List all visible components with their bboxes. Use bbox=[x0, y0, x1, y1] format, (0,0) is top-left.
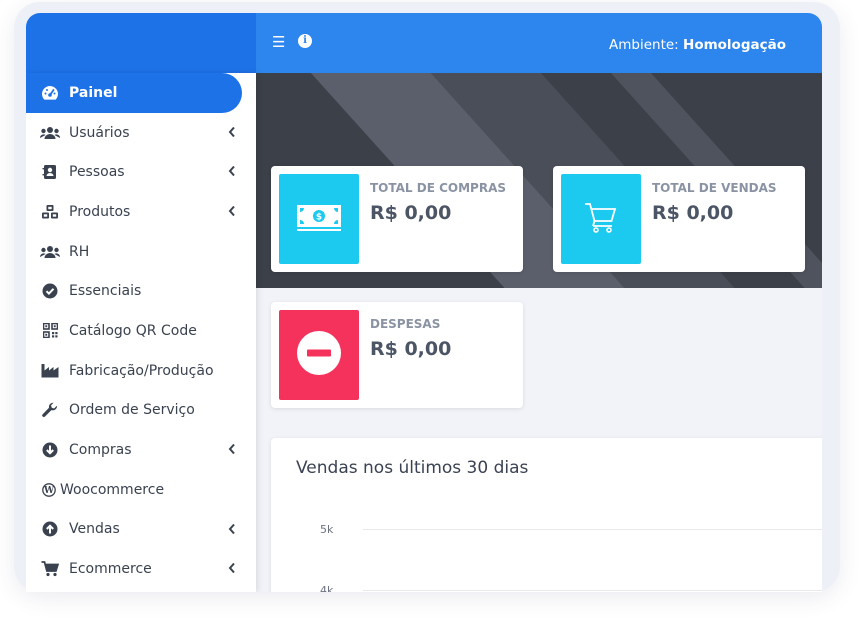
chart-gridline bbox=[363, 590, 822, 591]
stat-card-total-vendas: TOTAL DE VENDAS R$ 0,00 bbox=[553, 166, 805, 272]
sidebar-item-catalogo-qr-code[interactable]: Catálogo QR Code bbox=[26, 311, 256, 351]
environment-value: Homologação bbox=[683, 37, 786, 53]
users-icon bbox=[40, 245, 60, 259]
stat-tile: $ bbox=[279, 174, 359, 264]
y-tick-label: 4k bbox=[320, 584, 334, 592]
chevron-left-icon bbox=[228, 126, 236, 142]
stat-tile bbox=[279, 310, 359, 400]
sidebar-nav: Painel Usuários Pessoas Produtos RH Esse… bbox=[26, 73, 256, 592]
environment-label: Ambiente: bbox=[609, 37, 679, 53]
sidebar-item-pessoas[interactable]: Pessoas bbox=[26, 152, 256, 192]
chart-title: Vendas nos últimos 30 dias bbox=[296, 458, 529, 478]
arrow-down-circle-icon bbox=[40, 442, 60, 458]
sidebar-item-label: Compras bbox=[69, 442, 132, 459]
sidebar-item-fabricacao-producao[interactable]: Fabricação/Produção bbox=[26, 351, 256, 391]
sales-chart-card: Vendas nos últimos 30 dias 5k 4k bbox=[271, 438, 822, 592]
sidebar-item-label: Painel bbox=[69, 84, 118, 101]
y-tick-label: 5k bbox=[320, 523, 334, 536]
wordpress-icon: W bbox=[40, 482, 57, 497]
shopping-cart-icon bbox=[583, 201, 619, 237]
svg-text:$: $ bbox=[316, 213, 322, 223]
users-icon bbox=[40, 126, 60, 140]
sidebar-item-label: Vendas bbox=[69, 521, 120, 538]
sidebar-item-label: Produtos bbox=[69, 203, 131, 220]
sidebar-item-label: Woocommerce bbox=[60, 481, 165, 498]
industry-icon bbox=[40, 363, 60, 378]
sidebar-item-label: Ordem de Serviço bbox=[69, 402, 195, 419]
arrow-up-circle-icon bbox=[40, 521, 60, 537]
chevron-left-icon bbox=[228, 443, 236, 459]
sidebar-item-label: Usuários bbox=[69, 124, 130, 141]
sidebar-item-rh[interactable]: RH bbox=[26, 232, 256, 272]
sidebar-item-usuarios[interactable]: Usuários bbox=[26, 113, 256, 153]
main-content: $ TOTAL DE COMPRAS R$ 0,00 TOTAL DE VEND… bbox=[256, 73, 822, 592]
sidebar-item-label: Fabricação/Produção bbox=[69, 362, 214, 379]
environment-indicator: Ambiente: Homologação bbox=[609, 37, 786, 53]
sidebar-item-essenciais[interactable]: Essenciais bbox=[26, 271, 256, 311]
info-circle-icon[interactable]: i bbox=[298, 34, 312, 48]
wrench-icon bbox=[40, 402, 60, 418]
stat-value: R$ 0,00 bbox=[652, 202, 734, 224]
contact-book-icon bbox=[40, 164, 60, 180]
stat-value: R$ 0,00 bbox=[370, 338, 452, 360]
top-navbar: ☰ i Ambiente: Homologação bbox=[256, 13, 822, 73]
sidebar-item-produtos[interactable]: Produtos bbox=[26, 192, 256, 232]
stat-tile bbox=[561, 174, 641, 264]
sidebar-item-vendas[interactable]: Vendas bbox=[26, 510, 256, 550]
stat-value: R$ 0,00 bbox=[370, 202, 452, 224]
sidebar-item-woocommerce[interactable]: W Woocommerce bbox=[26, 470, 256, 510]
stat-card-total-compras: $ TOTAL DE COMPRAS R$ 0,00 bbox=[271, 166, 523, 272]
dashboard-gauge-icon bbox=[40, 85, 60, 101]
sidebar-item-compras[interactable]: Compras bbox=[26, 430, 256, 470]
stat-label: TOTAL DE COMPRAS bbox=[370, 181, 507, 195]
svg-text:W: W bbox=[42, 486, 54, 496]
sidebar-item-label: Essenciais bbox=[69, 283, 142, 300]
stat-card-despesas: DESPESAS R$ 0,00 bbox=[271, 302, 523, 408]
sidebar-item-ecommerce[interactable]: Ecommerce bbox=[26, 549, 256, 589]
app-window: ☰ i Ambiente: Homologação Painel Usuário… bbox=[26, 13, 822, 592]
hamburger-icon[interactable]: ☰ bbox=[272, 33, 285, 51]
qrcode-icon bbox=[40, 323, 60, 339]
sidebar-item-label: Catálogo QR Code bbox=[69, 322, 197, 339]
sidebar-item-label: Ecommerce bbox=[69, 561, 152, 578]
stat-label: DESPESAS bbox=[370, 317, 441, 331]
chevron-left-icon bbox=[228, 165, 236, 181]
check-circle-icon bbox=[40, 283, 60, 299]
sidebar-item-label: Pessoas bbox=[69, 164, 125, 181]
money-bill-icon: $ bbox=[296, 202, 342, 236]
sidebar-item-painel[interactable]: Painel bbox=[26, 73, 242, 113]
chart-gridline bbox=[363, 529, 822, 530]
minus-circle-icon bbox=[296, 330, 342, 380]
chevron-left-icon bbox=[228, 562, 236, 578]
chevron-left-icon bbox=[228, 205, 236, 221]
shopping-cart-icon bbox=[40, 561, 60, 577]
sidebar-item-ordem-de-servico[interactable]: Ordem de Serviço bbox=[26, 391, 256, 431]
sidebar-item-label: RH bbox=[69, 243, 90, 260]
stat-label: TOTAL DE VENDAS bbox=[652, 181, 777, 195]
sidebar-brand bbox=[26, 13, 256, 73]
chevron-left-icon bbox=[228, 523, 236, 539]
cubes-icon bbox=[40, 204, 60, 220]
